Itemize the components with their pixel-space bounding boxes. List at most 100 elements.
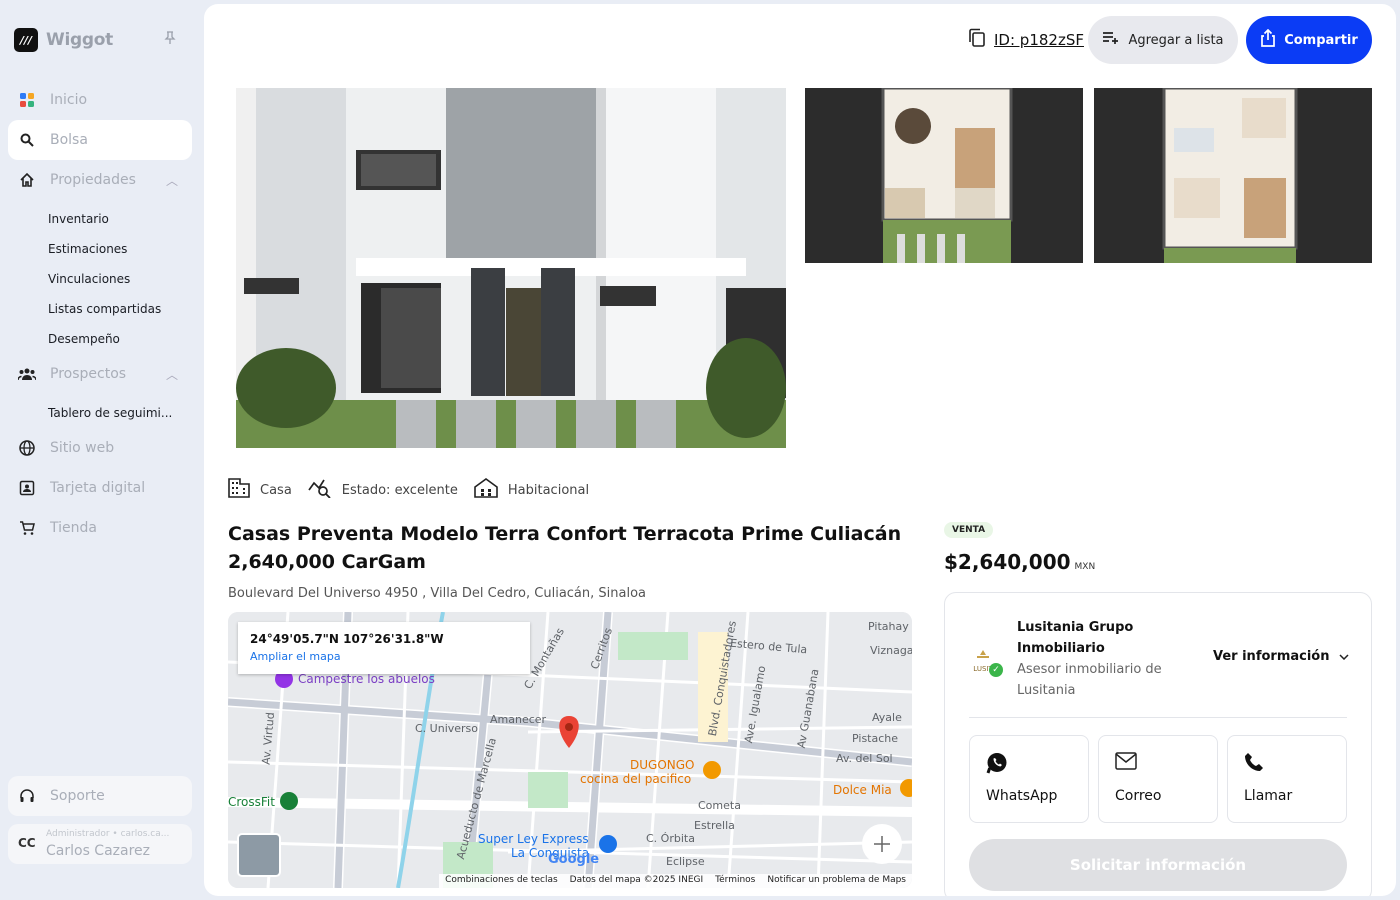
nav-sub-vinculaciones[interactable]: Vinculaciones bbox=[48, 272, 130, 286]
email-button[interactable]: Correo bbox=[1098, 735, 1218, 823]
map-label: Ayale bbox=[872, 711, 902, 724]
request-info-button[interactable]: Solicitar información bbox=[969, 839, 1347, 891]
tag-use: Habitacional bbox=[474, 478, 589, 502]
nav-sub-inventario[interactable]: Inventario bbox=[48, 212, 109, 226]
nav-prospectos[interactable]: Prospectos ︿ bbox=[8, 354, 192, 394]
grid-colored-icon bbox=[18, 91, 36, 109]
add-to-list-button[interactable]: Agregar a lista bbox=[1088, 16, 1238, 64]
map-label: DUGONGO bbox=[630, 758, 695, 772]
floorplan-photo-1[interactable] bbox=[805, 88, 1083, 263]
user-menu[interactable]: CC Administrador • carlos.ca... Carlos C… bbox=[8, 824, 192, 864]
property-tags: Casa Estado: excelente Habitacional bbox=[228, 478, 595, 502]
map-label: Estrella bbox=[694, 819, 735, 832]
tag-type: Casa bbox=[228, 478, 292, 502]
chevron-down-icon bbox=[1339, 649, 1350, 664]
nav-tienda[interactable]: Tienda bbox=[8, 508, 192, 548]
search-icon bbox=[18, 131, 36, 149]
expand-map-link[interactable]: Ampliar el mapa bbox=[250, 650, 518, 663]
copy-icon[interactable] bbox=[968, 28, 986, 52]
price-currency: MXN bbox=[1074, 562, 1096, 572]
verified-check-icon: ✓ bbox=[989, 663, 1003, 677]
main-property-photo[interactable] bbox=[236, 88, 786, 448]
map-footer: Combinaciones de teclas Datos del mapa ©… bbox=[439, 874, 912, 888]
main-panel: ID: p182zSF Agregar a lista Compartir Ca… bbox=[204, 4, 1396, 896]
map-label: Pitahay bbox=[868, 620, 909, 633]
avatar: CC bbox=[18, 836, 36, 850]
tag-type-label: Casa bbox=[260, 482, 292, 498]
agent-role: Asesor inmobiliario de Lusitania bbox=[1017, 662, 1162, 698]
support-label: Soporte bbox=[50, 788, 105, 804]
nav-bolsa[interactable]: Bolsa bbox=[8, 120, 192, 160]
chevron-up-icon[interactable]: ︿ bbox=[166, 172, 178, 189]
map-label: Viznaga bbox=[870, 644, 912, 657]
map-label: Super Ley Express bbox=[478, 832, 589, 846]
map-footer-report[interactable]: Notificar un problema de Maps bbox=[767, 875, 906, 887]
price: $2,640,000 MXN bbox=[944, 550, 1095, 574]
google-logo: Google bbox=[548, 852, 600, 867]
nav-sub-desempeno[interactable]: Desempeño bbox=[48, 332, 120, 346]
listing-title: Casas Preventa Modelo Terra Confort Terr… bbox=[228, 523, 902, 573]
cart-icon bbox=[18, 519, 36, 537]
listing-id[interactable]: ID: p182zSF bbox=[968, 28, 1084, 52]
nav-sub-listas[interactable]: Listas compartidas bbox=[48, 302, 161, 316]
agent-card: LUSIT ✓ Lusitania Grupo Inmobiliario Ase… bbox=[944, 592, 1372, 896]
nav-bolsa-label: Bolsa bbox=[50, 132, 88, 148]
pin-icon[interactable] bbox=[164, 31, 176, 49]
wiggot-logo-icon: /// bbox=[14, 28, 38, 52]
user-name: Carlos Cazarez bbox=[46, 843, 151, 859]
map-label: Dolce Mia bbox=[833, 783, 892, 797]
nav-prospectos-label: Prospectos bbox=[50, 366, 127, 382]
price-value: $2,640,000 bbox=[944, 550, 1071, 574]
map-label: CrossFit bbox=[228, 795, 275, 809]
whatsapp-icon bbox=[986, 753, 1008, 778]
house-residential-icon bbox=[474, 478, 498, 502]
call-button[interactable]: Llamar bbox=[1227, 735, 1347, 823]
map-label: cocina del pacifico bbox=[580, 772, 692, 786]
map-label: Amanecer bbox=[490, 713, 547, 726]
tag-state-label: Estado: excelente bbox=[341, 482, 458, 498]
globe-icon bbox=[18, 439, 36, 457]
mail-icon bbox=[1115, 752, 1137, 774]
map-label: C. Universo bbox=[415, 722, 479, 735]
nav-sub-tablero[interactable]: Tablero de seguimi... bbox=[48, 406, 172, 420]
map-coordinates: 24°49'05.7"N 107°26'31.8"W bbox=[250, 632, 444, 646]
ver-informacion-button[interactable]: Ver información bbox=[1213, 649, 1350, 664]
playlist-add-icon bbox=[1102, 31, 1120, 49]
sale-badge: VENTA bbox=[944, 522, 994, 538]
nav-tarjeta[interactable]: Tarjeta digital bbox=[8, 468, 192, 508]
brand-name: Wiggot bbox=[46, 30, 113, 50]
listing-id-text[interactable]: ID: p182zSF bbox=[994, 31, 1084, 49]
map-label: C. Órbita bbox=[646, 832, 695, 845]
location-map[interactable]: Campestre los abuelos C. Universo Amanec… bbox=[228, 612, 912, 888]
nav-sitio-web[interactable]: Sitio web bbox=[8, 428, 192, 468]
sidebar: /// Wiggot Inicio Bolsa Propiedades ︿ In… bbox=[0, 0, 204, 900]
nav-sitio-label: Sitio web bbox=[50, 440, 115, 456]
whatsapp-button[interactable]: WhatsApp bbox=[969, 735, 1089, 823]
chevron-up-icon[interactable]: ︿ bbox=[166, 366, 178, 383]
share-button[interactable]: Compartir bbox=[1246, 16, 1372, 64]
whatsapp-label: WhatsApp bbox=[986, 788, 1058, 804]
floorplan-photo-2[interactable] bbox=[1094, 88, 1372, 263]
nav-tarjeta-label: Tarjeta digital bbox=[50, 480, 146, 496]
map-info-card: 24°49'05.7"N 107°26'31.8"W Ampliar el ma… bbox=[238, 622, 530, 674]
map-footer-terms[interactable]: Términos bbox=[715, 875, 755, 887]
tag-use-label: Habitacional bbox=[507, 482, 590, 498]
listing-address: Boulevard Del Universo 4950 , Villa Del … bbox=[228, 586, 646, 601]
phone-icon bbox=[1244, 753, 1264, 776]
map-label: Av. del Sol bbox=[836, 752, 893, 765]
home-icon bbox=[18, 171, 36, 189]
email-label: Correo bbox=[1115, 788, 1162, 804]
map-footer-shortcuts[interactable]: Combinaciones de teclas bbox=[445, 875, 558, 887]
map-label: Eclipse bbox=[666, 855, 705, 868]
ver-informacion-label: Ver información bbox=[1213, 649, 1330, 664]
people-icon bbox=[18, 365, 36, 383]
nav-sub-estimaciones[interactable]: Estimaciones bbox=[48, 242, 127, 256]
share-label: Compartir bbox=[1284, 32, 1358, 48]
brand[interactable]: /// Wiggot bbox=[14, 28, 113, 52]
inspect-chart-icon bbox=[308, 478, 332, 502]
map-label: Pistache bbox=[852, 732, 899, 745]
support-button[interactable]: Soporte bbox=[8, 776, 192, 816]
nav-tienda-label: Tienda bbox=[50, 520, 97, 536]
nav-propiedades[interactable]: Propiedades ︿ bbox=[8, 160, 192, 200]
nav-inicio[interactable]: Inicio bbox=[8, 80, 192, 120]
